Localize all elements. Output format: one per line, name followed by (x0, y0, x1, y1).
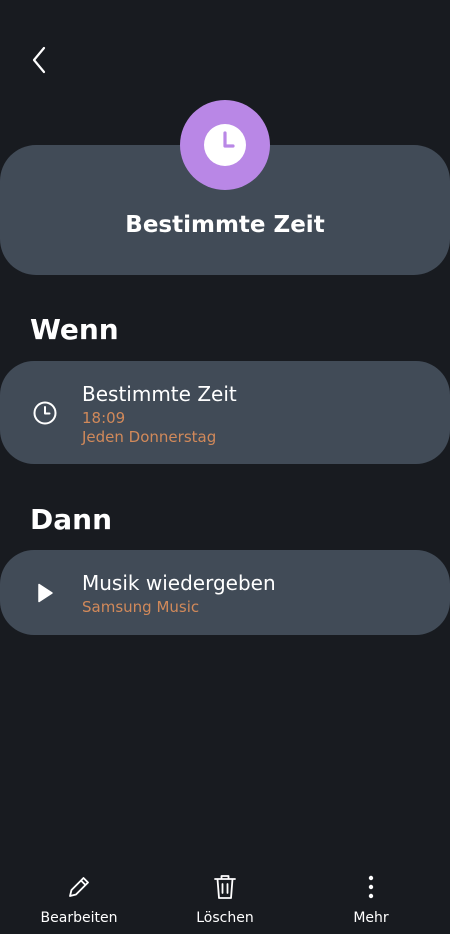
condition-title: Bestimmte Zeit (82, 382, 237, 406)
pencil-icon (69, 877, 89, 897)
trash-icon (214, 875, 236, 899)
routine-title: Bestimmte Zeit (125, 212, 325, 238)
action-card[interactable]: Musik wiedergeben Samsung Music (0, 550, 450, 635)
delete-button[interactable]: Löschen (160, 860, 290, 930)
action-title: Musik wiedergeben (82, 571, 276, 595)
edit-label: Bearbeiten (40, 910, 118, 926)
condition-icon (32, 400, 58, 426)
action-app: Samsung Music (82, 598, 200, 616)
condition-repeat: Jeden Donnerstag (82, 428, 217, 446)
more-button[interactable]: Mehr (306, 860, 436, 930)
bottom-toolbar: Bearbeiten Löschen Mehr (0, 860, 450, 934)
chevron-left-icon (32, 46, 46, 74)
more-vertical-icon (368, 875, 374, 899)
play-icon (38, 583, 53, 603)
clock-icon (204, 124, 246, 166)
more-icon-wrap (357, 872, 385, 902)
clock-icon (33, 401, 57, 425)
routine-icon-badge (180, 100, 270, 190)
more-label: Mehr (353, 910, 389, 926)
condition-card[interactable]: Bestimmte Zeit 18:09 Jeden Donnerstag (0, 361, 450, 464)
trash-icon-wrap (211, 872, 239, 902)
when-heading: Wenn (30, 313, 119, 346)
action-icon (32, 580, 58, 606)
then-heading: Dann (30, 503, 113, 536)
edit-button[interactable]: Bearbeiten (14, 860, 144, 930)
condition-time: 18:09 (82, 409, 126, 427)
back-button[interactable] (22, 42, 56, 78)
delete-label: Löschen (196, 910, 254, 926)
pencil-icon-wrap (65, 872, 93, 902)
